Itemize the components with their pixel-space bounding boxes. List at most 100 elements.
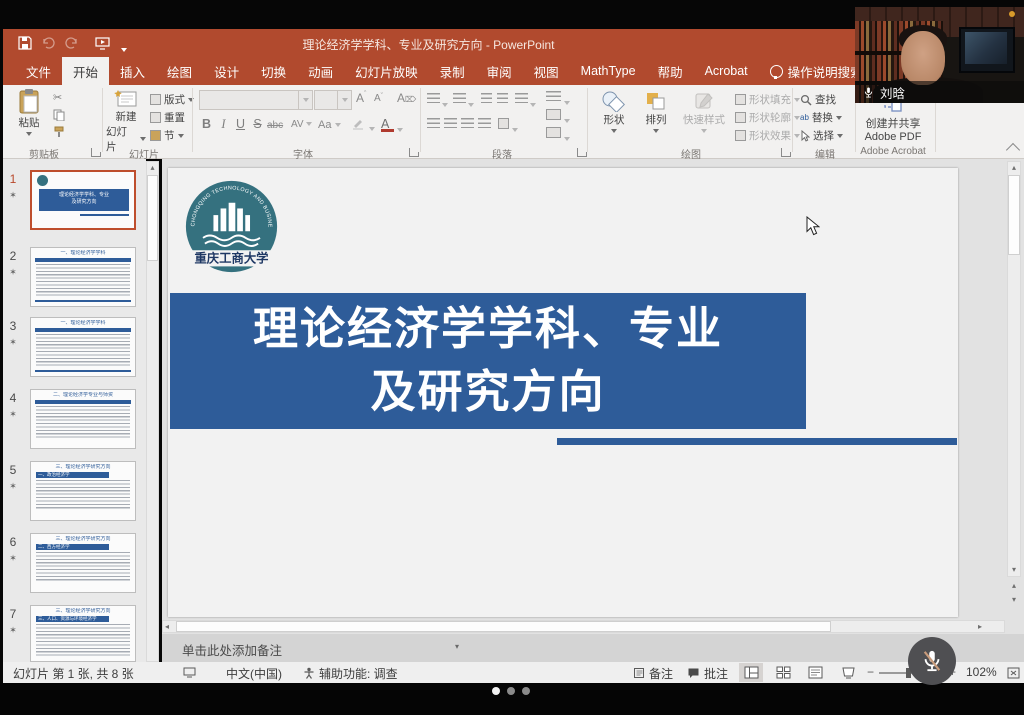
- tab-design[interactable]: 设计: [203, 57, 250, 85]
- slideshow-view-button[interactable]: [836, 663, 860, 682]
- scroll-left-icon[interactable]: ◂: [165, 621, 169, 633]
- caret-smartart[interactable]: [564, 130, 570, 148]
- slide-thumbnail-5[interactable]: 三、理论经济学研究方向 一、政治经济学: [30, 461, 136, 521]
- decrease-font-icon[interactable]: Aˇ: [374, 93, 383, 104]
- reading-view-button[interactable]: [803, 663, 827, 682]
- align-text-icon[interactable]: [546, 109, 561, 120]
- horizontal-scrollbar[interactable]: ◂ ▸: [162, 620, 1005, 633]
- justify-icon[interactable]: [478, 118, 491, 129]
- underline-button[interactable]: U: [233, 117, 248, 131]
- slide-thumbnail-3[interactable]: 一、理论经济学学科: [30, 317, 136, 377]
- line-spacing-icon[interactable]: [515, 93, 528, 104]
- scroll-up-icon[interactable]: ▴: [1008, 162, 1020, 174]
- slide-sorter-view-button[interactable]: [771, 663, 795, 682]
- next-slide-button[interactable]: ▾: [1007, 594, 1021, 606]
- tab-transitions[interactable]: 切换: [250, 57, 297, 85]
- font-color-button[interactable]: A: [381, 117, 394, 132]
- decrease-indent-icon[interactable]: [481, 93, 492, 104]
- font-dialog-launcher-icon[interactable]: [409, 148, 418, 157]
- caret-numbering[interactable]: [468, 96, 474, 114]
- notes-toggle-button[interactable]: 备注: [649, 665, 673, 682]
- thumbnail-scrollbar[interactable]: ▴: [146, 161, 159, 662]
- caret-text-direction[interactable]: [564, 94, 570, 112]
- tab-slideshow[interactable]: 幻灯片放映: [344, 57, 429, 85]
- paste-button[interactable]: 粘贴: [11, 89, 47, 136]
- highlight-button[interactable]: [351, 117, 365, 131]
- layout-button[interactable]: 版式: [150, 92, 194, 107]
- find-button[interactable]: 查找: [800, 92, 836, 107]
- comments-toggle-button[interactable]: 批注: [704, 665, 728, 682]
- scroll-up-icon[interactable]: ▴: [147, 162, 158, 174]
- cut-icon[interactable]: ✂: [53, 91, 62, 104]
- numbering-icon[interactable]: [453, 93, 466, 104]
- tab-file[interactable]: 文件: [15, 57, 62, 85]
- caret-columns[interactable]: [512, 121, 518, 139]
- bullets-icon[interactable]: [427, 93, 440, 104]
- slide-thumbnail-1[interactable]: 理论经济学学科、专业 及研究方向: [30, 170, 136, 230]
- slide-editor[interactable]: CHONGQING TECHNOLOGY AND BUSINESS UNIVER…: [168, 168, 958, 617]
- slide-thumbnail-4[interactable]: 二、理论经济学专业与师资: [30, 389, 136, 449]
- paragraph-dialog-launcher-icon[interactable]: [577, 148, 586, 157]
- replace-button[interactable]: ab 替换: [800, 110, 842, 125]
- language-status[interactable]: 中文(中国): [226, 665, 282, 682]
- increase-indent-icon[interactable]: [497, 93, 508, 104]
- caret-line-spacing[interactable]: [530, 96, 536, 114]
- section-button[interactable]: 节: [150, 128, 184, 143]
- collapse-ribbon-icon[interactable]: [1006, 143, 1020, 157]
- create-pdf-button[interactable]: 创建并共享 Adobe PDF: [856, 115, 930, 143]
- arrange-button[interactable]: 排列: [637, 90, 675, 133]
- caret-highlight[interactable]: [369, 117, 375, 135]
- strikethrough-button[interactable]: S: [250, 117, 265, 131]
- drawing-dialog-launcher-icon[interactable]: [781, 148, 790, 157]
- format-painter-icon[interactable]: [53, 126, 65, 138]
- convert-smartart-icon[interactable]: [546, 127, 561, 138]
- character-spacing-button[interactable]: AV: [291, 119, 312, 130]
- page-indicator-dot[interactable]: [522, 687, 530, 695]
- change-case-button[interactable]: Aa: [318, 119, 341, 131]
- text-direction-icon[interactable]: [546, 91, 561, 102]
- text-shadow-button[interactable]: abc: [267, 120, 283, 131]
- accessibility-status[interactable]: 辅助功能: 调查: [319, 665, 398, 682]
- mute-button[interactable]: [908, 637, 956, 685]
- zoom-out-button[interactable]: −: [867, 665, 874, 679]
- reset-button[interactable]: 重置: [150, 110, 185, 125]
- tab-review[interactable]: 审阅: [476, 57, 523, 85]
- slide-thumbnail-7[interactable]: 三、理论经济学研究方向 三、人口、资源与环境经济学: [30, 605, 136, 662]
- scrollbar-thumb[interactable]: [147, 175, 158, 261]
- caret-font-color[interactable]: [397, 121, 403, 139]
- notes-placeholder[interactable]: 单击此处添加备注: [182, 640, 282, 659]
- tab-mathtype[interactable]: MathType: [570, 57, 647, 85]
- webcam-overlay[interactable]: 刘晗: [855, 7, 1024, 103]
- slide-thumbnail-6[interactable]: 三、理论经济学研究方向 二、西方经济学: [30, 533, 136, 593]
- new-slide-button[interactable]: 新建 幻灯片: [106, 89, 146, 154]
- font-size-combo[interactable]: [314, 90, 352, 110]
- scrollbar-thumb[interactable]: [176, 621, 831, 632]
- fit-to-window-icon[interactable]: [1007, 667, 1020, 679]
- clipboard-dialog-launcher-icon[interactable]: [91, 148, 100, 157]
- normal-view-button[interactable]: [739, 663, 763, 682]
- tab-help[interactable]: 帮助: [647, 57, 694, 85]
- align-left-icon[interactable]: [427, 118, 440, 129]
- notes-icon[interactable]: [633, 667, 645, 679]
- slide-title-box[interactable]: 理论经济学学科、专业 及研究方向: [170, 293, 806, 429]
- slide-counter[interactable]: 幻灯片 第 1 张, 共 8 张: [13, 665, 134, 682]
- page-indicator-dot[interactable]: [492, 687, 500, 695]
- font-name-combo[interactable]: [199, 90, 313, 110]
- tab-home[interactable]: 开始: [62, 57, 109, 85]
- caret-align-text[interactable]: [564, 112, 570, 130]
- increase-font-icon[interactable]: Aˆ: [356, 91, 366, 105]
- tab-animations[interactable]: 动画: [297, 57, 344, 85]
- bold-button[interactable]: B: [199, 117, 214, 131]
- accessibility-icon[interactable]: [303, 667, 315, 679]
- tab-acrobat[interactable]: Acrobat: [694, 57, 759, 85]
- tab-record[interactable]: 录制: [429, 57, 476, 85]
- shapes-button[interactable]: 形状: [595, 90, 633, 133]
- tab-draw[interactable]: 绘图: [156, 57, 203, 85]
- tab-view[interactable]: 视图: [523, 57, 570, 85]
- zoom-level[interactable]: 102%: [966, 665, 997, 679]
- notes-collapse-icon[interactable]: ▾: [455, 642, 459, 651]
- align-center-icon[interactable]: [444, 118, 457, 129]
- display-settings-icon[interactable]: [183, 667, 196, 678]
- previous-slide-button[interactable]: ▴: [1007, 580, 1021, 592]
- page-indicator-dot[interactable]: [507, 687, 515, 695]
